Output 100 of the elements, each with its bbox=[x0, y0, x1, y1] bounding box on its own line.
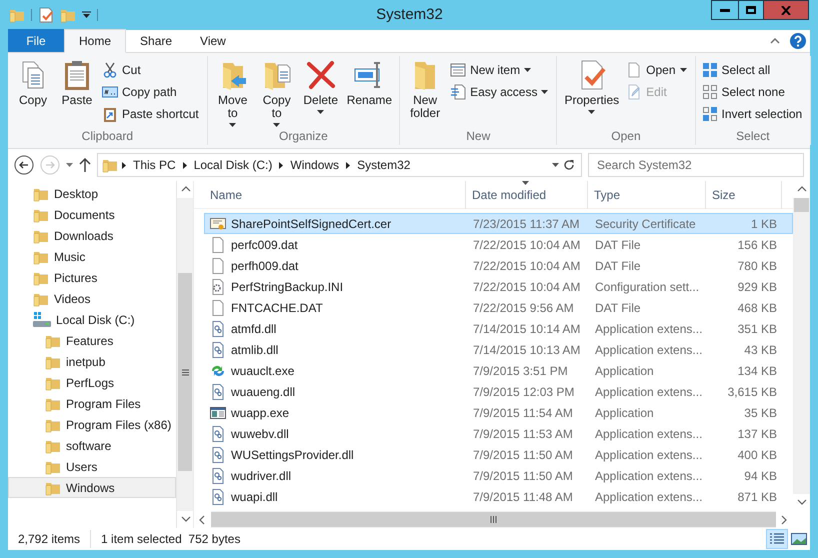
breadcrumb-arrow-icon[interactable] bbox=[122, 162, 126, 168]
breadcrumb[interactable]: This PC bbox=[130, 156, 179, 174]
breadcrumb[interactable]: Windows bbox=[287, 156, 342, 174]
ribbon-button[interactable]: Delete bbox=[300, 56, 342, 129]
collapse-ribbon-icon[interactable] bbox=[770, 38, 780, 44]
view-button[interactable] bbox=[766, 529, 788, 549]
nav-item[interactable]: Program Files bbox=[8, 393, 176, 414]
ribbon-button[interactable]: Cut bbox=[102, 60, 203, 80]
column-header[interactable]: Type bbox=[588, 181, 706, 209]
ribbon-button[interactable]: Easy access bbox=[450, 82, 552, 102]
type-cell-text: Application extens... bbox=[594, 468, 704, 484]
address-bar[interactable]: This PC Local Disk (C:) Windows System32 bbox=[97, 153, 582, 177]
file-row[interactable]: wuaueng.dll 7/9/2015 12:03 PM Application extens... 3,615 KB bbox=[204, 381, 793, 402]
file-name: atmfd.dll bbox=[231, 320, 276, 338]
scroll-thumb[interactable] bbox=[178, 273, 192, 471]
file-row[interactable]: perfh009.dat 7/22/2015 10:04 AM DAT File 780 KB bbox=[204, 255, 793, 276]
file-name: perfh009.dat bbox=[231, 258, 298, 274]
scroll-thumb[interactable] bbox=[794, 198, 809, 212]
file-row[interactable]: SharePointSelfSignedCert.cer 7/23/2015 11:37 AM Security Certificate 1 KB bbox=[204, 213, 793, 234]
file-row[interactable]: wuwebv.dll 7/9/2015 11:53 AM Application extens... 137 KB bbox=[204, 423, 793, 444]
ribbon-button[interactable]: New item bbox=[450, 60, 552, 80]
file-name: WUSettingsProvider.dll bbox=[231, 446, 354, 464]
ribbon-button[interactable]: New folder bbox=[404, 56, 446, 129]
nav-item[interactable]: Program Files (x86) bbox=[8, 414, 176, 435]
nav-item[interactable]: Videos bbox=[8, 288, 176, 309]
nav-item[interactable]: Features bbox=[8, 330, 176, 351]
horizontal-scrollbar[interactable] bbox=[194, 511, 793, 528]
ribbon-button[interactable]: Select all bbox=[702, 60, 806, 80]
nav-item[interactable]: Downloads bbox=[8, 225, 176, 246]
scissors-icon bbox=[102, 62, 118, 78]
file-row[interactable]: atmlib.dll 7/14/2015 10:13 AM Application extens... 43 KB bbox=[204, 339, 793, 360]
close-button[interactable] bbox=[764, 0, 809, 20]
scroll-thumb[interactable] bbox=[211, 512, 776, 527]
file-row[interactable]: WUSettingsProvider.dll 7/9/2015 11:50 AM Application extens... 400 KB bbox=[204, 444, 793, 465]
refresh-icon[interactable] bbox=[563, 159, 575, 171]
ribbon-button[interactable]: Move to bbox=[212, 56, 254, 129]
file-row[interactable]: atmfd.dll 7/14/2015 10:14 AM Application extens... 351 KB bbox=[204, 318, 793, 339]
column-header[interactable]: Size bbox=[706, 181, 782, 209]
help-icon[interactable] bbox=[790, 32, 806, 48]
nav-item[interactable]: Users bbox=[8, 456, 176, 477]
file-row[interactable]: FNTCACHE.DAT 7/22/2015 9:56 AM DAT File 468 KB bbox=[204, 297, 793, 318]
nav-item[interactable]: Desktop bbox=[8, 183, 176, 204]
ribbon-button[interactable]: Copy to bbox=[256, 56, 298, 129]
folder-icon bbox=[9, 7, 25, 23]
file-row[interactable]: wuauclt.exe 7/9/2015 3:51 PM Application 134 KB bbox=[204, 360, 793, 381]
size-cell-text: 351 KB bbox=[736, 320, 778, 338]
file-tab[interactable]: File bbox=[8, 29, 64, 52]
customize-menu-icon[interactable] bbox=[82, 11, 91, 19]
column-header[interactable]: Name bbox=[204, 181, 466, 209]
file-row[interactable]: wudriver.dll 7/9/2015 11:50 AM Application extens... 94 KB bbox=[204, 465, 793, 486]
settings-file-icon bbox=[210, 278, 226, 294]
column-header[interactable]: Date modified bbox=[466, 181, 588, 209]
file-row[interactable]: wuapp.exe 7/9/2015 11:54 AM Application 35 KB bbox=[204, 402, 793, 423]
nav-item[interactable]: Windows bbox=[8, 477, 176, 498]
size-cell-text: 35 KB bbox=[743, 404, 778, 422]
nav-item[interactable]: Music bbox=[8, 246, 176, 267]
nav-item[interactable]: software bbox=[8, 435, 176, 456]
breadcrumb[interactable]: System32 bbox=[354, 156, 414, 174]
file-row[interactable]: perfc009.dat 7/22/2015 10:04 AM DAT File 156 KB bbox=[204, 234, 793, 255]
back-icon[interactable] bbox=[14, 155, 34, 175]
invert-selection-icon bbox=[702, 106, 718, 122]
search-field[interactable]: Search System32 bbox=[588, 153, 804, 177]
ribbon-button[interactable]: Open bbox=[626, 60, 690, 80]
drive-icon bbox=[33, 312, 51, 328]
file-row[interactable]: PerfStringBackup.INI 7/22/2015 10:04 AM Configuration sett... 929 KB bbox=[204, 276, 793, 297]
file-name: wuwebv.dll bbox=[231, 426, 289, 442]
file-row[interactable]: wuapi.dll 7/9/2015 11:48 AM Application extens... 871 KB bbox=[204, 486, 793, 507]
new-item-icon bbox=[450, 62, 466, 78]
nav-item[interactable]: Pictures bbox=[8, 267, 176, 288]
ribbon-button[interactable]: Copy path bbox=[102, 82, 203, 102]
breadcrumb[interactable]: Local Disk (C:) bbox=[190, 156, 276, 174]
date-cell-text: 7/9/2015 11:53 AM bbox=[472, 426, 574, 442]
ribbon-button[interactable]: Paste bbox=[56, 56, 98, 129]
ribbon-button[interactable]: Copy bbox=[12, 56, 54, 129]
date-cell-text: 7/9/2015 12:03 PM bbox=[472, 384, 576, 400]
ribbon-tab[interactable]: Home bbox=[64, 29, 126, 53]
recent-locations-icon[interactable] bbox=[66, 163, 73, 167]
date-cell-text: 7/9/2015 11:50 AM bbox=[472, 446, 574, 464]
minimize-button[interactable] bbox=[711, 0, 738, 20]
ribbon-button[interactable]: Paste shortcut bbox=[102, 104, 203, 124]
breadcrumb-arrow-icon[interactable] bbox=[346, 162, 350, 168]
properties-icon[interactable] bbox=[38, 7, 54, 23]
ribbon-button[interactable]: Invert selection bbox=[702, 104, 806, 124]
ribbon-tab[interactable]: Share bbox=[126, 29, 186, 52]
date-cell-text: 7/22/2015 10:04 AM bbox=[472, 278, 582, 296]
ribbon-button[interactable]: Select none bbox=[702, 82, 806, 102]
breadcrumb-arrow-icon[interactable] bbox=[279, 162, 284, 168]
type-cell-text: Security Certificate bbox=[594, 216, 697, 232]
nav-item[interactable]: inetpub bbox=[8, 351, 176, 372]
size-cell-text: 94 KB bbox=[743, 468, 778, 484]
ribbon-tab[interactable]: View bbox=[186, 29, 240, 52]
ribbon-button[interactable]: Rename bbox=[344, 56, 396, 129]
nav-item[interactable]: PerfLogs bbox=[8, 372, 176, 393]
nav-item[interactable]: Local Disk (C:) bbox=[8, 309, 176, 330]
up-icon[interactable] bbox=[79, 158, 91, 172]
ribbon-button[interactable]: Properties bbox=[561, 56, 622, 129]
history-caret-icon[interactable] bbox=[552, 163, 559, 167]
file-name: atmlib.dll bbox=[231, 342, 278, 358]
breadcrumb-arrow-icon[interactable] bbox=[182, 162, 187, 168]
nav-item[interactable]: Documents bbox=[8, 204, 176, 225]
